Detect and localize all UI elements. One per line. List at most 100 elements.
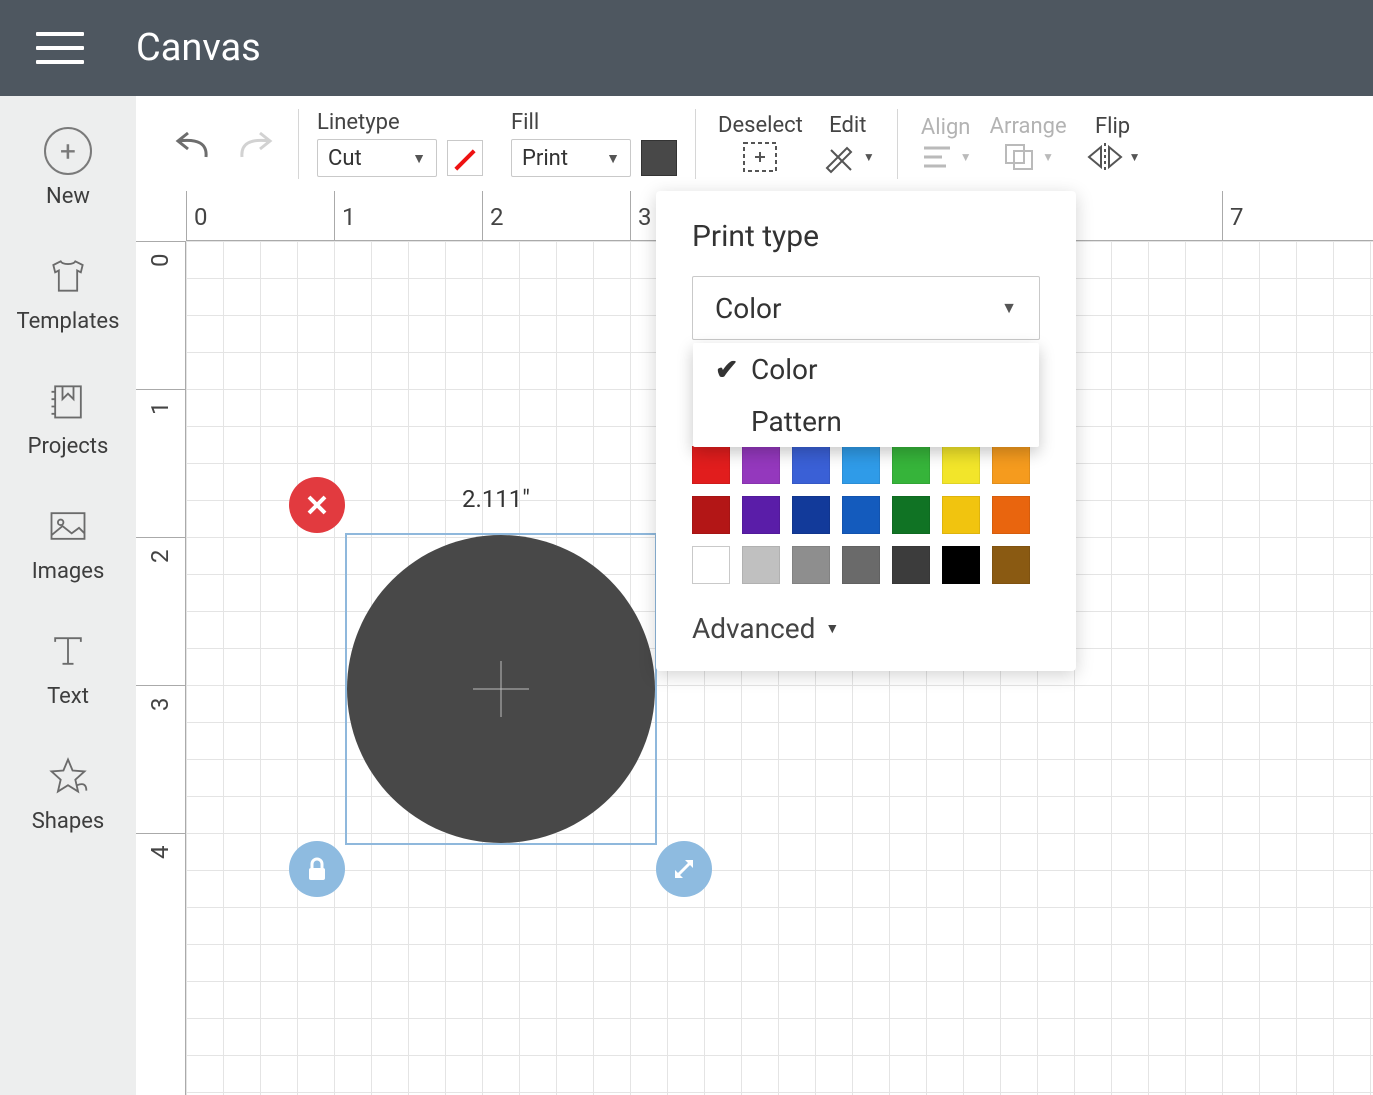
color-swatch[interactable] (942, 496, 980, 534)
lock-icon (305, 856, 329, 882)
sidebar-item-label: Text (47, 684, 89, 709)
caret-down-icon: ▼ (1129, 150, 1141, 164)
align-icon (920, 142, 956, 172)
app-header: Canvas (0, 0, 1373, 96)
fill-popover: Print type Color ▼ ✔ Color Pattern Advan… (656, 191, 1076, 671)
ruler-tick-label: 0 (146, 254, 174, 268)
caret-down-icon: ▼ (606, 150, 620, 167)
ruler-tick-label: 2 (146, 550, 174, 564)
image-icon (43, 501, 93, 551)
flip-icon (1085, 141, 1125, 173)
lock-handle[interactable] (289, 841, 345, 897)
linetype-swatch[interactable] (447, 140, 483, 176)
caret-down-icon: ▼ (412, 150, 426, 167)
redo-button[interactable] (236, 126, 276, 162)
check-icon: ✔ (715, 353, 737, 386)
edit-tools-icon (821, 140, 859, 174)
color-swatch[interactable] (842, 546, 880, 584)
edit-button[interactable]: Edit ▼ (821, 113, 875, 174)
color-swatch[interactable] (992, 496, 1030, 534)
fill-value: Print (522, 146, 568, 171)
color-swatch[interactable] (692, 446, 730, 484)
ruler-tick-label: 0 (194, 203, 208, 231)
plus-circle-icon: + (43, 126, 93, 176)
selection-box[interactable] (345, 533, 657, 845)
color-swatch[interactable] (792, 546, 830, 584)
align-label: Align (921, 115, 971, 140)
color-swatch[interactable] (742, 546, 780, 584)
close-icon (306, 494, 328, 516)
ruler-tick-label: 1 (342, 203, 356, 231)
fill-label: Fill (511, 110, 677, 135)
caret-down-icon: ▼ (1042, 150, 1054, 164)
color-swatch[interactable] (892, 546, 930, 584)
sidebar-item-text[interactable]: Text (43, 626, 93, 709)
ruler-tick-label: 7 (1230, 203, 1244, 231)
dropdown-option-pattern[interactable]: Pattern (693, 395, 1039, 447)
arrange-icon (1002, 141, 1038, 173)
align-button[interactable]: Align ▼ (920, 115, 972, 172)
fill-select[interactable]: Print ▼ (511, 139, 631, 177)
resize-handle[interactable] (656, 841, 712, 897)
ruler-vertical: 01234 (136, 241, 186, 1095)
sidebar-item-shapes[interactable]: Shapes (32, 751, 105, 834)
color-swatch[interactable] (892, 496, 930, 534)
center-crosshair-icon (473, 661, 529, 717)
notebook-icon (43, 376, 93, 426)
print-type-select[interactable]: Color ▼ ✔ Color Pattern (692, 276, 1040, 340)
arrange-label: Arrange (990, 114, 1067, 139)
color-swatch-grid (692, 446, 1040, 584)
color-swatch[interactable] (792, 496, 830, 534)
toolbar-divider (298, 109, 299, 179)
dropdown-option-label: Pattern (751, 405, 842, 438)
flip-label: Flip (1095, 114, 1130, 139)
color-swatch[interactable] (692, 496, 730, 534)
color-swatch[interactable] (742, 446, 780, 484)
color-swatch[interactable] (992, 446, 1030, 484)
advanced-toggle[interactable]: Advanced ▼ (692, 612, 1040, 645)
print-type-value: Color (715, 292, 781, 325)
color-swatch[interactable] (692, 546, 730, 584)
ruler-tick-label: 1 (146, 402, 174, 416)
tshirt-icon (43, 251, 93, 301)
linetype-select[interactable]: Cut ▼ (317, 139, 437, 177)
ruler-tick-label: 4 (146, 846, 174, 860)
toolbar-divider (897, 109, 898, 179)
page-title: Canvas (136, 26, 261, 70)
dropdown-option-color[interactable]: ✔ Color (693, 343, 1039, 395)
sidebar-item-images[interactable]: Images (32, 501, 105, 584)
ruler-tick-label: 3 (638, 203, 652, 231)
arrange-button[interactable]: Arrange ▼ (990, 114, 1067, 173)
caret-down-icon: ▼ (1001, 298, 1017, 318)
sidebar-item-projects[interactable]: Projects (28, 376, 109, 459)
undo-button[interactable] (172, 126, 212, 162)
delete-handle[interactable] (289, 477, 345, 533)
top-toolbar: Linetype Cut ▼ Fill Print ▼ Deselect (136, 96, 1373, 191)
hamburger-menu-icon[interactable] (36, 32, 84, 64)
color-swatch[interactable] (892, 446, 930, 484)
color-swatch[interactable] (942, 546, 980, 584)
resize-icon (671, 856, 697, 882)
deselect-icon (741, 140, 779, 174)
color-swatch[interactable] (842, 446, 880, 484)
color-swatch[interactable] (792, 446, 830, 484)
color-swatch[interactable] (742, 496, 780, 534)
sidebar-item-label: Images (32, 559, 105, 584)
left-rail: + New Templates Projects Images (0, 96, 136, 1095)
print-type-dropdown: ✔ Color Pattern (693, 343, 1039, 447)
caret-down-icon: ▼ (825, 620, 839, 637)
sidebar-item-new[interactable]: + New (43, 126, 93, 209)
advanced-label: Advanced (692, 612, 815, 645)
color-swatch[interactable] (942, 446, 980, 484)
linetype-label: Linetype (317, 110, 483, 135)
fill-swatch[interactable] (641, 140, 677, 176)
canvas[interactable]: 01237 01234 2.111" Print type Color ▼ ✔ … (136, 191, 1373, 1095)
color-swatch[interactable] (992, 546, 1030, 584)
flip-button[interactable]: Flip ▼ (1085, 114, 1141, 173)
deselect-label: Deselect (718, 113, 803, 138)
deselect-button[interactable]: Deselect (718, 113, 803, 174)
color-swatch[interactable] (842, 496, 880, 534)
sidebar-item-label: Projects (28, 434, 109, 459)
sidebar-item-templates[interactable]: Templates (17, 251, 120, 334)
dropdown-option-label: Color (751, 353, 817, 386)
